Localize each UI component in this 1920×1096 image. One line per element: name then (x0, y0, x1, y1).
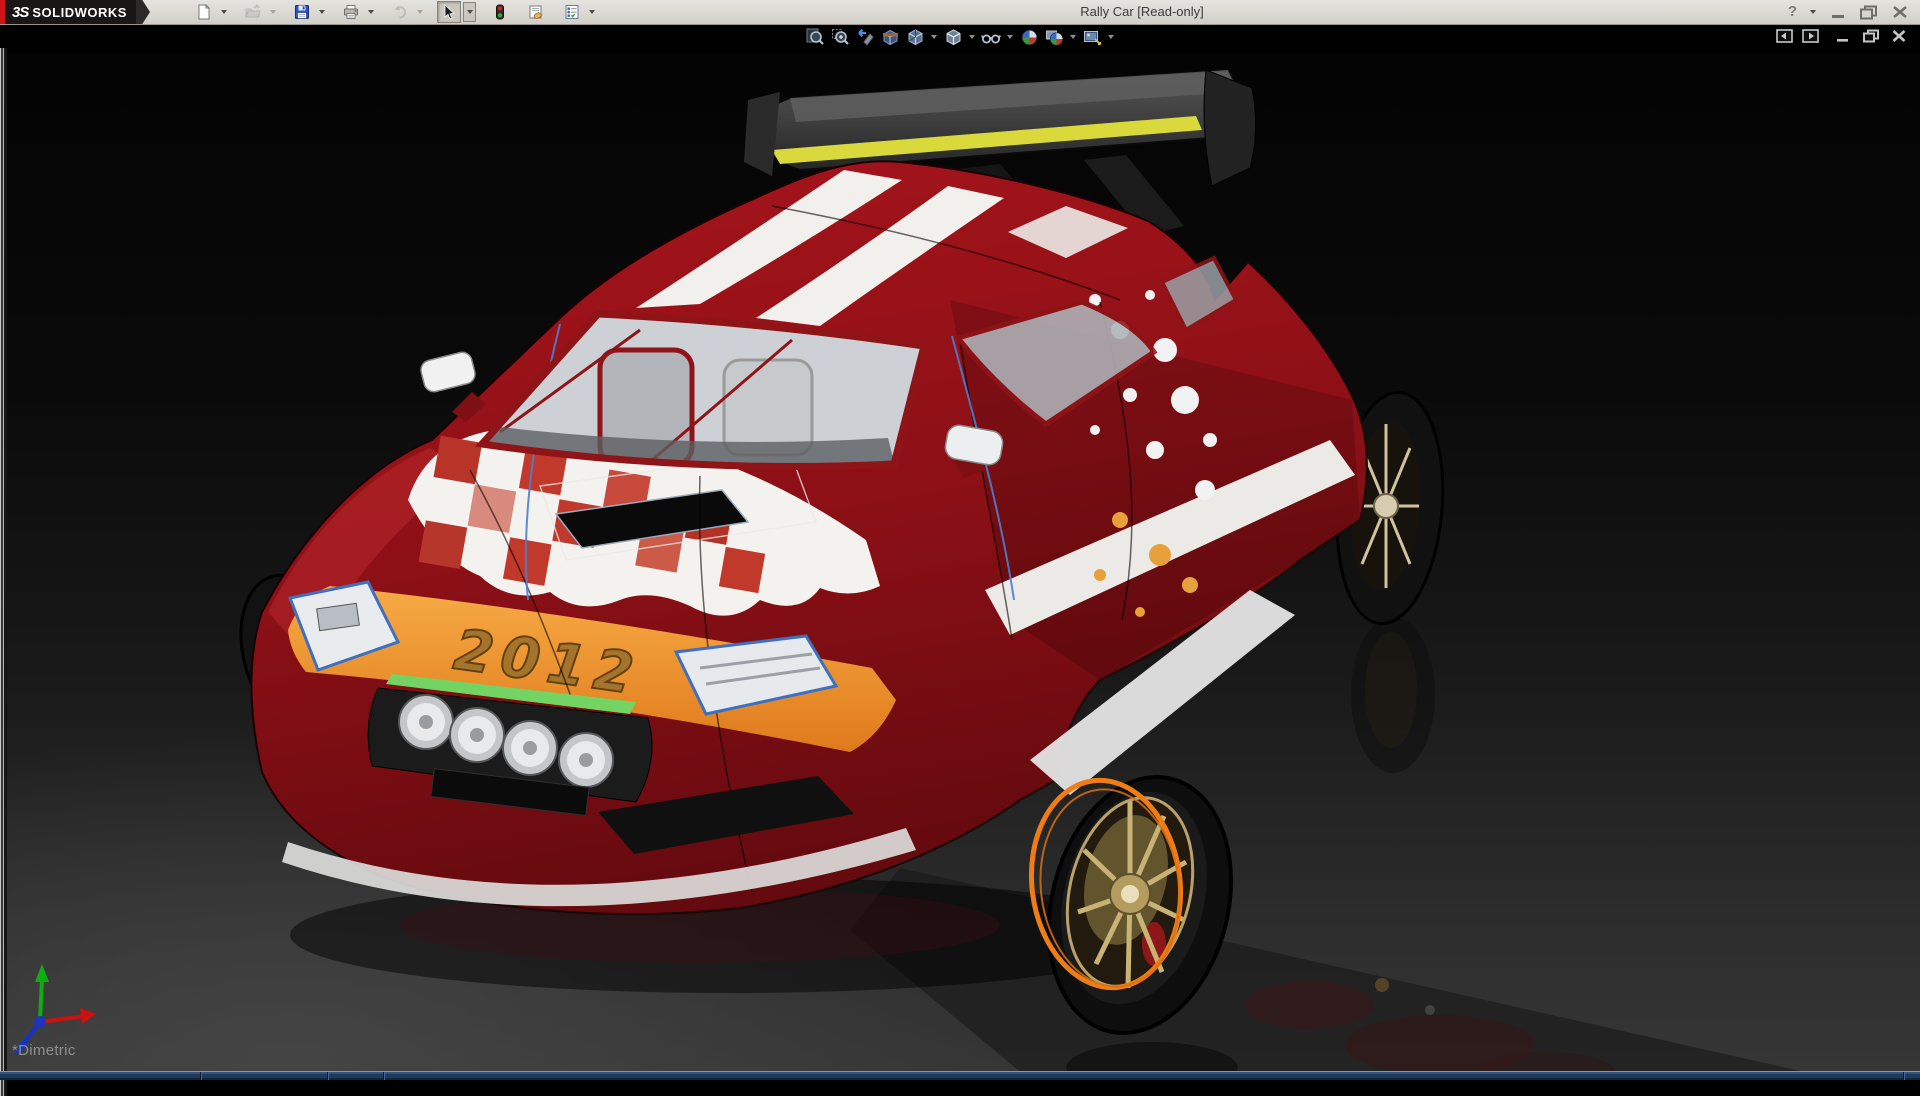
undo-button[interactable] (388, 1, 412, 23)
select-dropdown[interactable] (463, 2, 476, 22)
rebuild-button[interactable] (488, 1, 512, 23)
view-settings-button[interactable] (1081, 27, 1103, 47)
apply-scene-dropdown[interactable] (1068, 27, 1078, 47)
zoom-to-area-button[interactable] (829, 27, 851, 47)
undo-dropdown[interactable] (414, 2, 425, 22)
document-window-controls (1776, 29, 1908, 43)
display-style-icon (944, 28, 963, 47)
brand-mark: 3S (12, 4, 28, 21)
undo-icon (392, 4, 408, 20)
help-button[interactable]: ? (1788, 0, 1797, 24)
taskbar-separator (327, 1072, 329, 1080)
options-button[interactable] (560, 1, 584, 23)
menu-flyout-arrow[interactable] (136, 0, 150, 24)
display-style-dropdown[interactable] (967, 27, 977, 47)
hide-show-items-dropdown[interactable] (1005, 27, 1015, 47)
taskbar-separator (200, 1072, 202, 1080)
edit-appearance-sphere-icon (1020, 28, 1039, 47)
new-document-icon (196, 4, 212, 20)
section-view-icon (881, 28, 900, 47)
print-icon (343, 4, 359, 20)
brand-red-bar (0, 0, 5, 24)
minimize-window-button[interactable] (1828, 4, 1848, 20)
window-title: Rally Car [Read-only] (1080, 0, 1204, 24)
options-dropdown[interactable] (586, 2, 597, 22)
heads-up-view-toolbar (804, 27, 1116, 47)
close-window-button[interactable] (1890, 4, 1910, 20)
window-controls: ? (1788, 0, 1910, 24)
3d-scene[interactable]: 2012 (0, 24, 1920, 1072)
title-bar[interactable]: 3S SOLIDWORKS (0, 0, 1920, 25)
file-properties-icon (528, 4, 544, 20)
new-document-dropdown[interactable] (218, 2, 229, 22)
section-view-button[interactable] (879, 27, 901, 47)
save-icon (294, 4, 310, 20)
close-document-button[interactable] (1890, 29, 1908, 43)
view-orientation-cube-icon (906, 28, 925, 47)
hide-show-items-glasses-icon (981, 28, 1001, 47)
open-icon (245, 4, 261, 20)
solidworks-logo: 3S SOLIDWORKS (0, 0, 136, 24)
open-dropdown[interactable] (267, 2, 278, 22)
feature-manager-splitter[interactable] (0, 48, 7, 1096)
edit-appearance-button[interactable] (1018, 27, 1040, 47)
help-dropdown[interactable] (1807, 0, 1818, 24)
print-button[interactable] (339, 1, 363, 23)
save-dropdown[interactable] (316, 2, 327, 22)
apply-scene-button[interactable] (1043, 27, 1065, 47)
select-button[interactable] (437, 1, 461, 23)
rebuild-traffic-light-icon (492, 4, 508, 20)
select-cursor-icon (441, 4, 457, 20)
zoom-to-fit-icon (806, 28, 825, 47)
view-orientation-label: *Dimetric (12, 1042, 76, 1059)
show-right-pane-button[interactable] (1802, 29, 1819, 43)
restore-document-button[interactable] (1861, 29, 1881, 43)
view-orientation-button[interactable] (904, 27, 926, 47)
view-orientation-dropdown[interactable] (929, 27, 939, 47)
previous-view-icon (856, 28, 875, 47)
brand-name: SOLIDWORKS (32, 5, 127, 20)
previous-view-button[interactable] (854, 27, 876, 47)
restore-window-button[interactable] (1858, 4, 1880, 20)
minimize-document-button[interactable] (1834, 29, 1852, 43)
zoom-to-fit-button[interactable] (804, 27, 826, 47)
display-style-button[interactable] (942, 27, 964, 47)
apply-scene-icon (1045, 28, 1064, 47)
main-toolbar (192, 0, 597, 24)
hide-show-items-button[interactable] (980, 27, 1002, 47)
taskbar-separator (1903, 1072, 1905, 1080)
options-icon (564, 4, 580, 20)
windows-taskbar-edge[interactable] (0, 1071, 1920, 1080)
file-properties-button[interactable] (524, 1, 548, 23)
show-left-pane-button[interactable] (1776, 29, 1793, 43)
open-button[interactable] (241, 1, 265, 23)
zoom-to-area-icon (831, 28, 850, 47)
graphics-viewport[interactable]: 2012 (0, 24, 1920, 1072)
print-dropdown[interactable] (365, 2, 376, 22)
taskbar-separator (383, 1072, 385, 1080)
new-document-button[interactable] (192, 1, 216, 23)
view-settings-icon (1083, 28, 1102, 47)
view-settings-dropdown[interactable] (1106, 27, 1116, 47)
save-button[interactable] (290, 1, 314, 23)
